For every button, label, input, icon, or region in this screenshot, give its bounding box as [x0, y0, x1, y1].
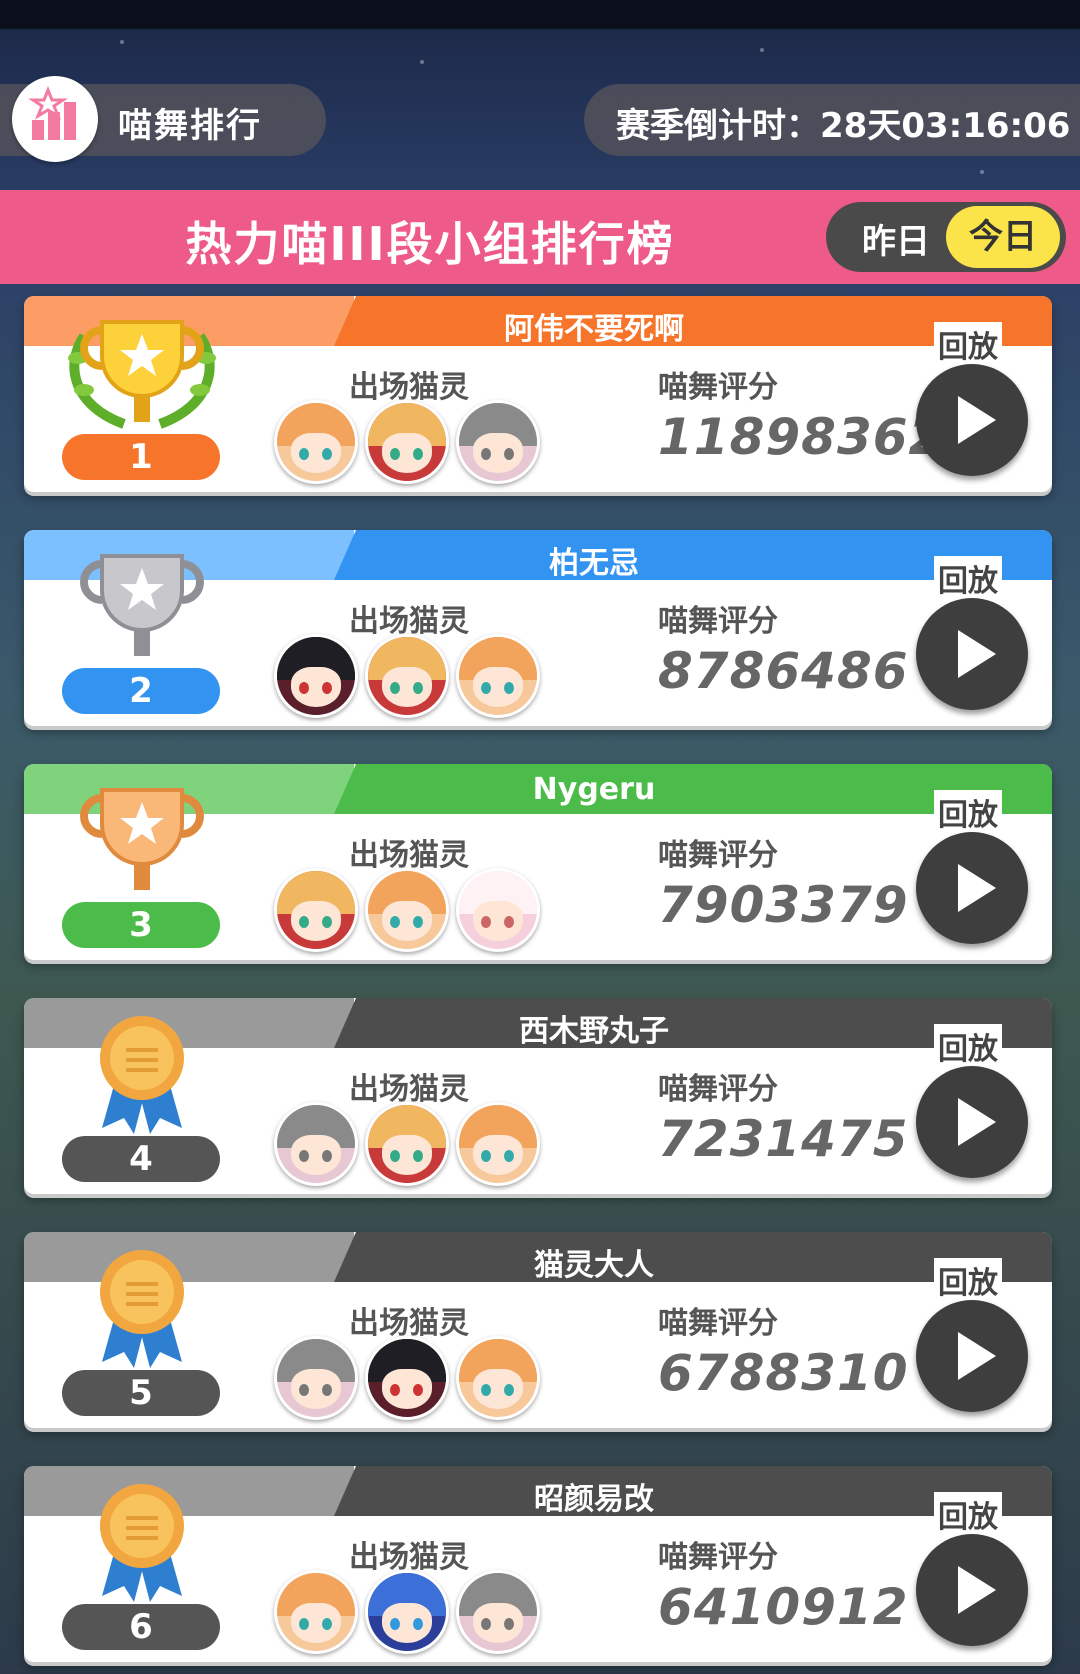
cat-avatar-blonde-red-cat: [274, 868, 358, 952]
cat-avatar-gray-hair-cat: [274, 1102, 358, 1186]
score-value: 6788310: [658, 1344, 909, 1402]
score-value: 7903379: [658, 876, 909, 934]
cat-avatar-blonde-red-cat: [365, 634, 449, 718]
player-name: 猫灵大人: [534, 1248, 654, 1283]
cat-avatar-orange-hair-cat: [456, 1336, 540, 1420]
rank-number: 6: [62, 1604, 220, 1650]
cat-avatar-black-hair-cat: [274, 634, 358, 718]
score-value: 11898362: [658, 408, 945, 466]
player-name: 西木野丸子: [519, 1014, 669, 1049]
silver-trophy-icon: [54, 540, 230, 670]
season-countdown: 赛季倒计时：28天03:16:06: [616, 106, 1071, 146]
score-label: 喵舞评分: [658, 838, 778, 873]
score-value: 8786486: [658, 642, 909, 700]
cat-avatar-gray-hair-cat: [274, 1336, 358, 1420]
replay-play-button[interactable]: [916, 1066, 1028, 1178]
score-value: 7231475: [658, 1110, 909, 1168]
player-name: 柏无忌: [549, 546, 639, 581]
player-name: 昭颜易改: [534, 1482, 654, 1517]
group-title: 热力喵III段小组排行榜: [185, 217, 675, 271]
cat-avatar-orange-hair-cat: [274, 400, 358, 484]
play-icon: [958, 396, 996, 444]
gold-trophy-icon: [54, 306, 230, 436]
ranking-card: 阿伟不要死啊 1 出场猫灵 喵舞评分 11898362 回放: [24, 296, 1052, 492]
play-icon: [958, 1098, 996, 1146]
ribbon-medal-icon: [54, 1008, 230, 1138]
ranking-card: 猫灵大人 5 出场猫灵 喵舞评分 6788310 回放: [24, 1232, 1052, 1428]
cat-avatar-gray-hair-cat: [456, 400, 540, 484]
replay-play-button[interactable]: [916, 364, 1028, 476]
ranking-card: 西木野丸子 4 出场猫灵 喵舞评分 7231475 回放: [24, 998, 1052, 1194]
cat-avatar-blonde-red-cat: [365, 1102, 449, 1186]
play-icon: [958, 1332, 996, 1380]
rank-number: 1: [62, 434, 220, 480]
rank-number: 4: [62, 1136, 220, 1182]
group-banner: 热力喵III段小组排行榜 昨日 今日: [0, 190, 1080, 284]
cat-avatar-black-hair-cat: [365, 1336, 449, 1420]
bronze-trophy-icon: [54, 774, 230, 904]
ribbon-medal-icon: [54, 1476, 230, 1606]
score-label: 喵舞评分: [658, 1540, 778, 1575]
ranking-card: 昭颜易改 6 出场猫灵 喵舞评分 6410912 回放: [24, 1466, 1052, 1662]
cat-avatar-orange-hair-cat: [365, 868, 449, 952]
replay-label: 回放: [934, 322, 1002, 366]
star-decoration: [760, 48, 764, 52]
rank-number: 3: [62, 902, 220, 948]
replay-label: 回放: [934, 1258, 1002, 1302]
star-decoration: [980, 170, 984, 174]
replay-label: 回放: [934, 1024, 1002, 1068]
score-value: 6410912: [658, 1578, 909, 1636]
day-toggle[interactable]: 昨日 今日: [826, 202, 1066, 272]
tab-today[interactable]: 今日: [946, 206, 1060, 268]
cat-avatar-blonde-red-cat: [365, 400, 449, 484]
rank-number: 2: [62, 668, 220, 714]
cat-avatar-blue-hair-cat: [365, 1570, 449, 1654]
play-icon: [958, 864, 996, 912]
score-label: 喵舞评分: [658, 1072, 778, 1107]
cat-avatar-orange-hair-cat: [274, 1570, 358, 1654]
score-label: 喵舞评分: [658, 370, 778, 405]
cat-avatar-gray-hair-cat: [456, 1570, 540, 1654]
star-decoration: [120, 40, 124, 44]
score-label: 喵舞评分: [658, 1306, 778, 1341]
cat-avatar-pink-hat-cat: [456, 868, 540, 952]
page-title: 喵舞排行: [118, 106, 262, 146]
rank-number: 5: [62, 1370, 220, 1416]
cat-avatar-orange-hair-cat: [456, 634, 540, 718]
cat-avatar-orange-hair-cat: [456, 1102, 540, 1186]
player-name: 阿伟不要死啊: [504, 312, 684, 347]
ranking-card: 柏无忌 2 出场猫灵 喵舞评分 8786486 回放: [24, 530, 1052, 726]
play-icon: [958, 1566, 996, 1614]
play-icon: [958, 630, 996, 678]
replay-play-button[interactable]: [916, 1300, 1028, 1412]
replay-play-button[interactable]: [916, 832, 1028, 944]
replay-play-button[interactable]: [916, 598, 1028, 710]
star-decoration: [420, 60, 424, 64]
player-name: Nygeru: [532, 772, 656, 807]
ranking-card: Nygeru 3 出场猫灵 喵舞评分 7903379 回放: [24, 764, 1052, 960]
replay-label: 回放: [934, 790, 1002, 834]
ribbon-medal-icon: [54, 1242, 230, 1372]
ranking-logo-icon: [12, 76, 98, 162]
tab-yesterday[interactable]: 昨日: [846, 214, 946, 263]
replay-label: 回放: [934, 556, 1002, 600]
replay-label: 回放: [934, 1492, 1002, 1536]
replay-play-button[interactable]: [916, 1534, 1028, 1646]
score-label: 喵舞评分: [658, 604, 778, 639]
